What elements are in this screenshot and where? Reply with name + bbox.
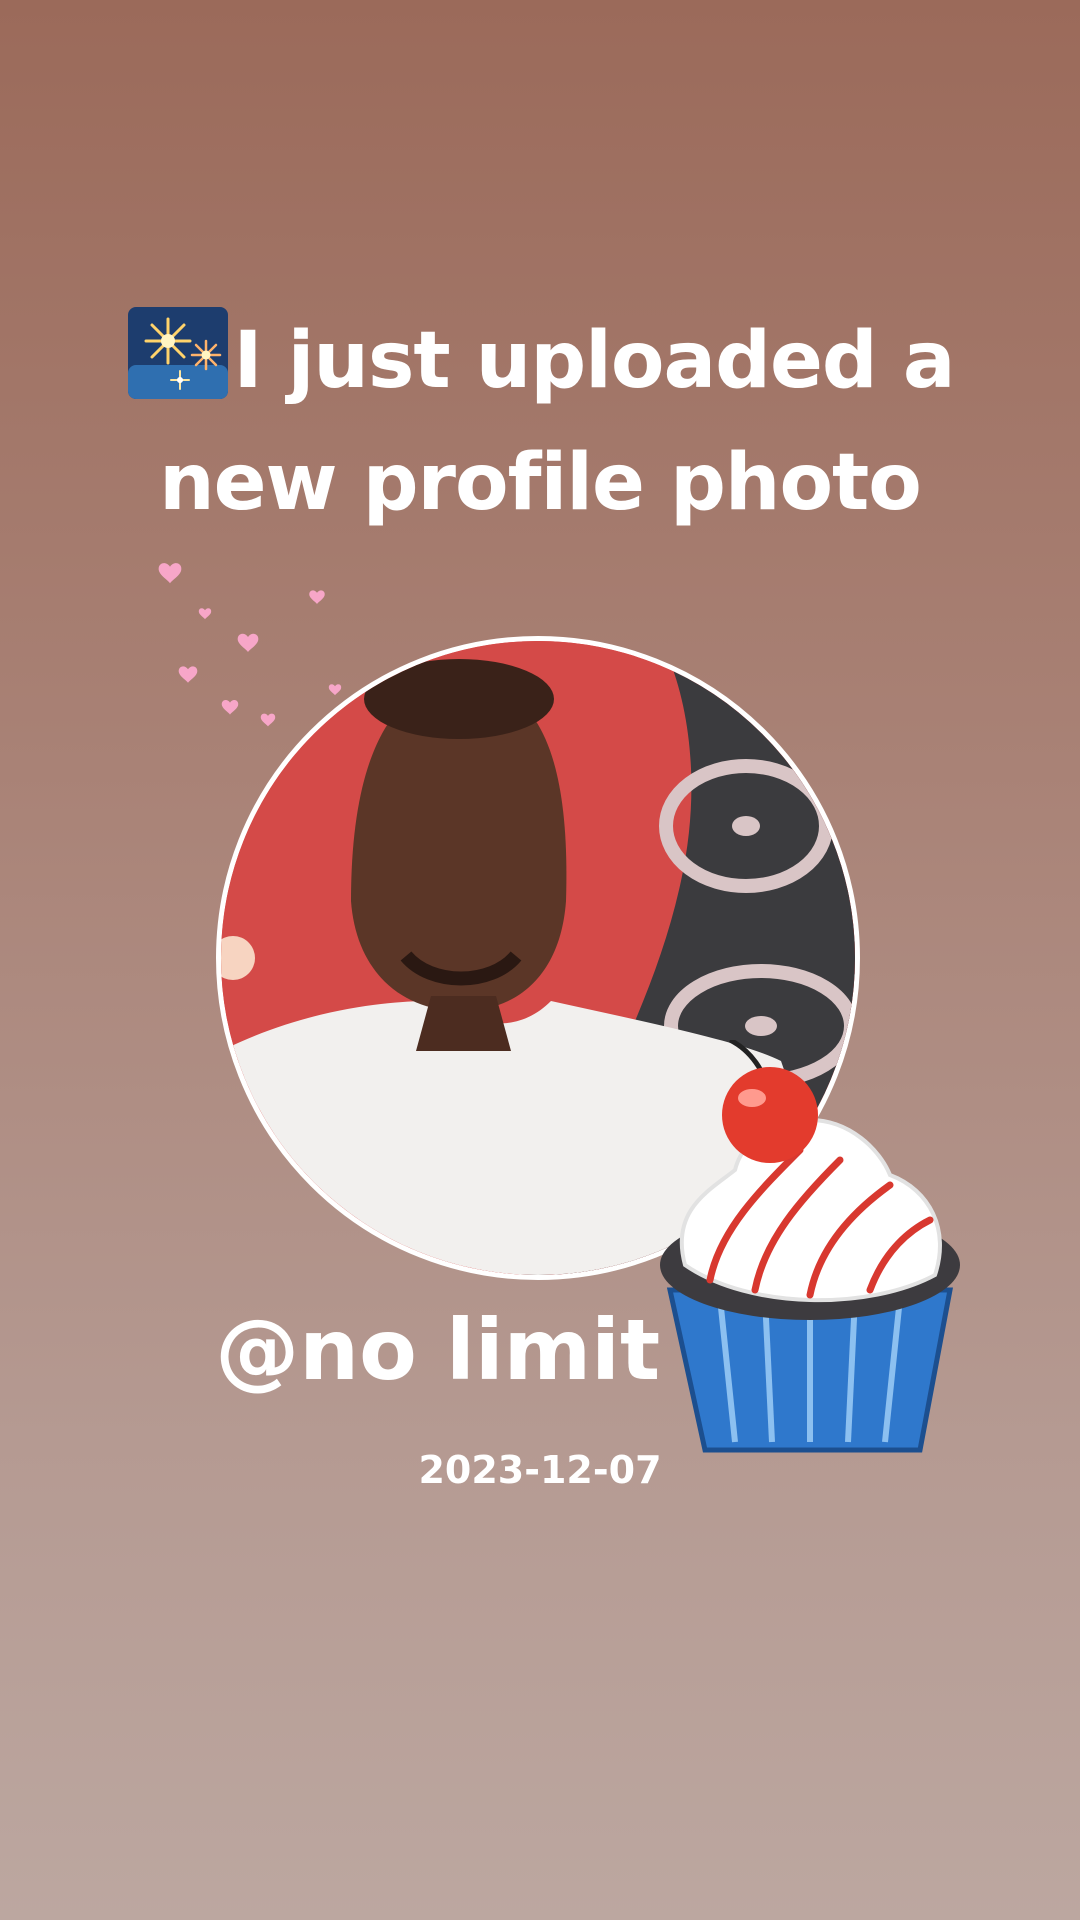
cupcake-icon: [650, 1037, 970, 1460]
fireworks-icon: [126, 305, 230, 401]
headline-line-2: new profile photo: [159, 438, 922, 528]
headline: I just uploaded a new profile photo: [0, 300, 1080, 544]
headline-line-1: I just uploaded a: [0, 300, 1080, 422]
headline-text-1: I just uploaded a: [233, 316, 956, 406]
